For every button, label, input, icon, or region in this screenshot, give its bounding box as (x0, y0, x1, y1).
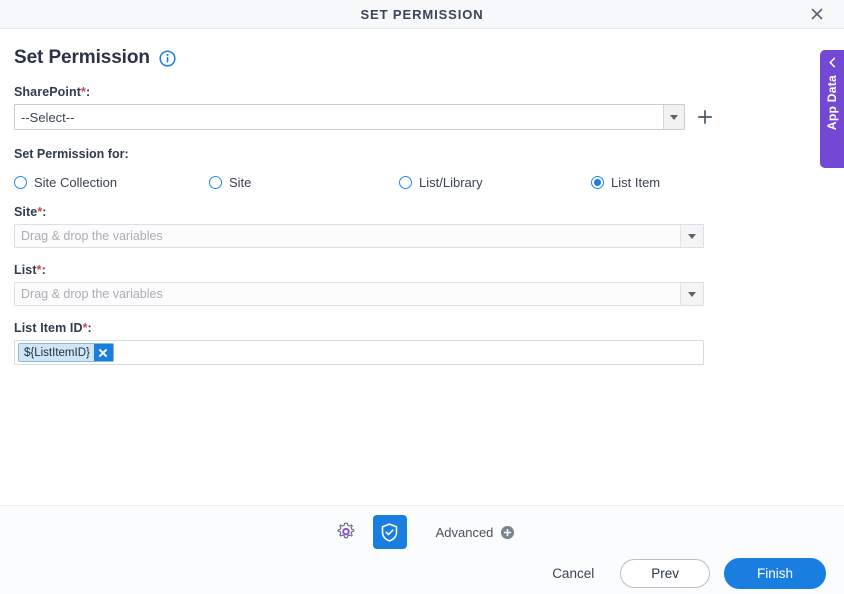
site-label: Site*: (14, 205, 714, 219)
settings-button[interactable] (329, 515, 363, 549)
chevron-down-icon (688, 233, 696, 239)
page-title: Set Permission (14, 47, 150, 68)
chevron-left-icon (828, 57, 835, 68)
finish-button[interactable]: Finish (723, 558, 826, 589)
gear-icon (337, 522, 354, 539)
radio-circle-selected-icon (591, 176, 604, 189)
site-input[interactable]: Drag & drop the variables (14, 224, 704, 248)
dialog-body: Set Permission SharePoint*: --Select-- S… (0, 29, 844, 505)
site-label-text: Site (14, 205, 38, 219)
sharepoint-label: SharePoint*: (14, 85, 714, 99)
close-icon (99, 348, 108, 357)
radio-circle-icon (14, 176, 27, 189)
list-label-colon: : (41, 263, 46, 277)
radio-site-collection[interactable]: Site Collection (14, 175, 209, 190)
list-field: List*: Drag & drop the variables (14, 263, 714, 306)
sharepoint-label-text: SharePoint (14, 85, 81, 99)
list-item-id-input[interactable]: ${ListItemID} (14, 340, 704, 365)
footer-toolbar: Advanced (0, 515, 844, 549)
list-item-id-label-text: List Item ID (14, 321, 83, 335)
cancel-button[interactable]: Cancel (540, 560, 606, 587)
radio-circle-icon (209, 176, 222, 189)
sharepoint-dropdown-toggle[interactable] (663, 105, 684, 129)
permission-for-label: Set Permission for: (14, 147, 129, 161)
radio-list-library-label: List/Library (419, 175, 483, 190)
advanced-label: Advanced (435, 524, 494, 540)
security-button[interactable] (372, 515, 407, 549)
sharepoint-select-row: --Select-- (14, 104, 714, 130)
shield-check-icon (381, 522, 398, 542)
sharepoint-selected-value: --Select-- (21, 109, 75, 125)
remove-token-button[interactable] (93, 344, 113, 361)
list-placeholder: Drag & drop the variables (21, 287, 163, 301)
chevron-down-icon (688, 291, 696, 297)
prev-button[interactable]: Prev (620, 559, 710, 588)
site-label-colon: : (42, 205, 47, 219)
list-item-id-field: List Item ID*: ${ListItemID} (14, 321, 714, 365)
dialog-footer: Advanced Cancel Prev Finish (0, 505, 844, 594)
footer-actions: Cancel Prev Finish (540, 558, 826, 589)
list-input[interactable]: Drag & drop the variables (14, 282, 704, 306)
add-sharepoint-button[interactable] (696, 108, 714, 126)
radio-site[interactable]: Site (209, 175, 399, 190)
list-label: List*: (14, 263, 714, 277)
close-icon (811, 8, 823, 20)
dialog-titlebar: SET PERMISSION (0, 0, 844, 29)
radio-site-collection-label: Site Collection (34, 175, 118, 190)
radio-circle-icon (399, 176, 412, 189)
list-item-id-label-colon: : (87, 321, 92, 335)
dialog-title: SET PERMISSION (360, 6, 484, 22)
info-icon[interactable] (159, 49, 176, 67)
variable-token-text: ${ListItemID} (24, 346, 90, 359)
permission-for-radio-group: Site Collection Site List/Library List I… (14, 175, 714, 190)
chevron-down-icon (670, 114, 678, 120)
list-item-id-label: List Item ID*: (14, 321, 714, 335)
radio-list-item-label: List Item (611, 175, 661, 190)
close-button[interactable] (800, 0, 834, 28)
list-label-text: List (14, 263, 37, 277)
permission-form: SharePoint*: --Select-- Set Permission f… (14, 85, 714, 365)
plus-icon (698, 110, 712, 124)
radio-list-library[interactable]: List/Library (399, 175, 591, 190)
radio-list-item[interactable]: List Item (591, 175, 660, 190)
site-field: Site*: Drag & drop the variables (14, 205, 714, 248)
plus-circle-icon (501, 525, 515, 539)
page-header: Set Permission (14, 47, 176, 69)
set-permission-dialog: SET PERMISSION Set Permission SharePoint… (0, 0, 844, 594)
site-dropdown-toggle[interactable] (680, 225, 703, 247)
variable-token[interactable]: ${ListItemID} (18, 343, 114, 362)
app-data-panel-toggle[interactable]: App Data (820, 50, 844, 168)
app-data-label: App Data (825, 75, 839, 131)
sharepoint-label-colon: : (85, 85, 91, 99)
radio-site-label: Site (229, 175, 252, 190)
list-dropdown-toggle[interactable] (680, 283, 703, 305)
site-placeholder: Drag & drop the variables (21, 229, 163, 243)
sharepoint-select[interactable]: --Select-- (14, 104, 685, 130)
advanced-toggle[interactable]: Advanced (436, 525, 516, 540)
